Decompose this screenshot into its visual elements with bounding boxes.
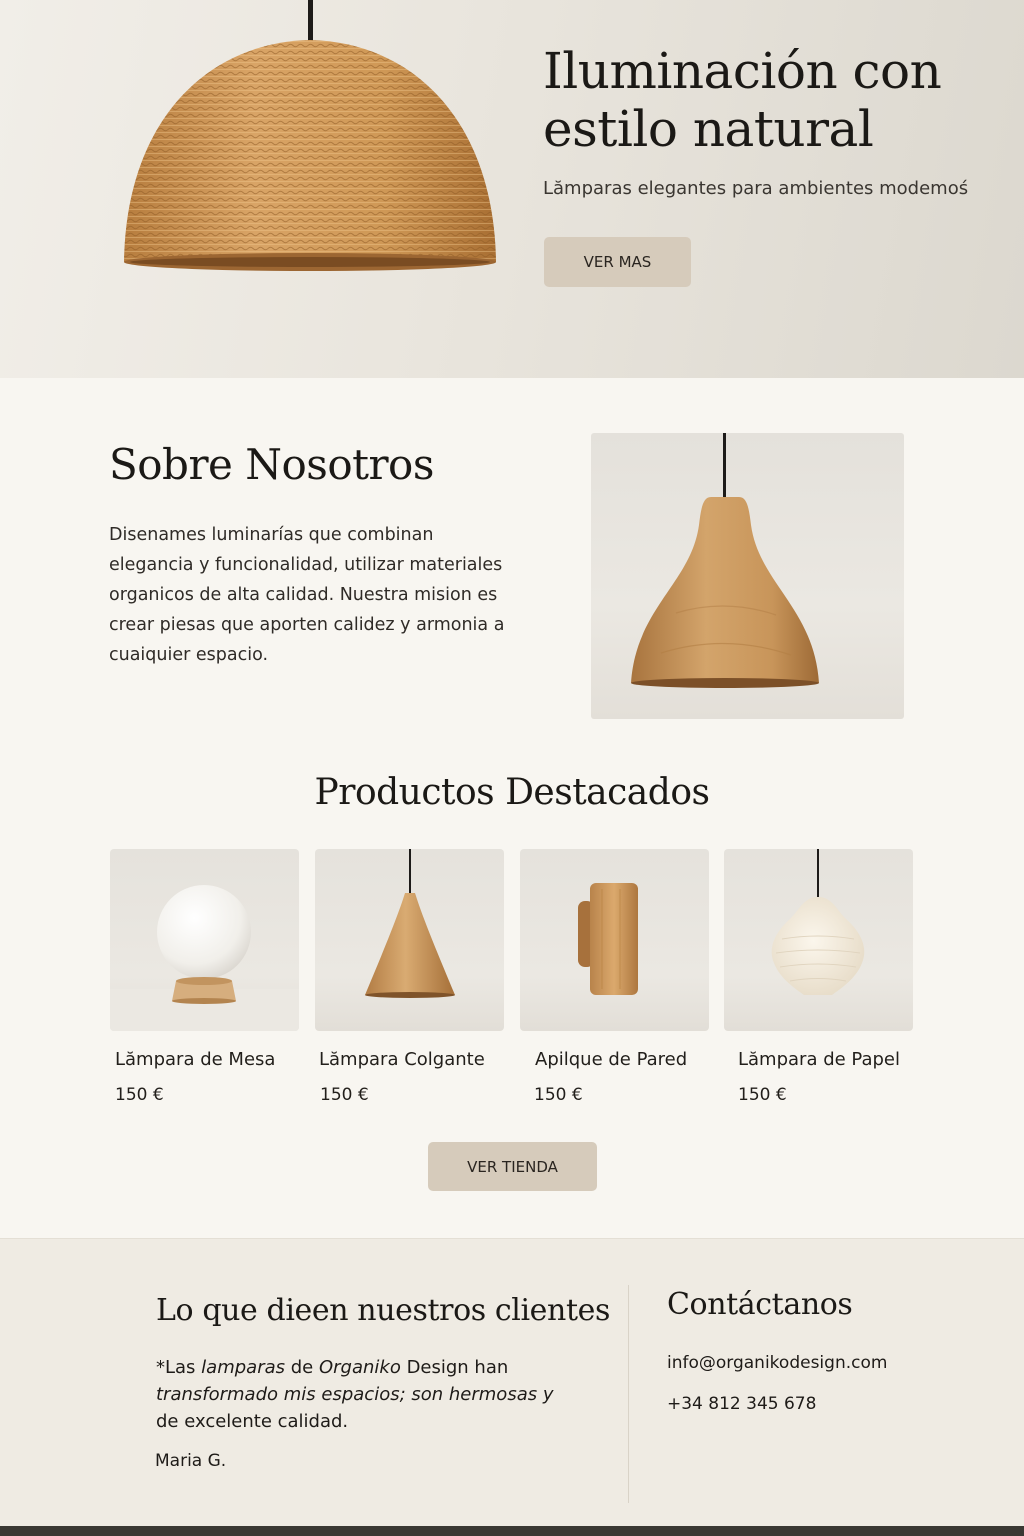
hero-subtitle: Lămparas elegantes para ambientes modemo… — [543, 178, 969, 199]
products-title: Productos Destacados — [314, 772, 710, 813]
product-card[interactable]: Lămpara Colgante 150 € — [315, 849, 504, 1105]
product-price: 150 € — [115, 1085, 164, 1105]
footer-bar — [0, 1526, 1024, 1536]
contact-phone-link[interactable]: +34 812 345 678 — [667, 1394, 816, 1414]
paper-pendant-lamp-image — [724, 849, 913, 1031]
section-divider — [628, 1285, 629, 1503]
product-name[interactable]: Apilque de Pared — [535, 1049, 687, 1070]
contact-title: Contáctanos — [667, 1287, 853, 1322]
about-title: Sobre Nosotros — [109, 440, 434, 489]
wooden-pendant-lamp-image — [631, 433, 819, 688]
product-card[interactable]: Lămpara de Papel 150 € — [724, 849, 913, 1105]
testimonial-contact-section: Lo que dieen nuestros clientes *Las lamp… — [0, 1238, 1024, 1526]
product-card[interactable]: Lămpara de Mesa 150 € — [110, 849, 299, 1105]
product-name[interactable]: Lămpara de Papel — [738, 1049, 900, 1070]
wicker-pendant-lamp-image — [124, 0, 496, 271]
product-price: 150 € — [534, 1085, 583, 1105]
wooden-wall-sconce-image — [520, 849, 709, 1031]
testimonials-title: Lo que dieen nuestros clientes — [156, 1293, 610, 1328]
product-name[interactable]: Lămpara de Mesa — [115, 1049, 275, 1070]
product-price: 150 € — [320, 1085, 369, 1105]
about-image — [591, 433, 904, 719]
ver-tienda-button[interactable]: VER TIENDA — [428, 1142, 597, 1191]
product-name[interactable]: Lămpara Colgante — [319, 1049, 485, 1070]
ver-mas-button[interactable]: VER MAS — [544, 237, 691, 287]
testimonial-author: Maria G. — [155, 1451, 227, 1471]
about-text: Disenames luminarías que combinan elegan… — [109, 525, 505, 665]
contact-email-link[interactable]: info@organikodesign.com — [667, 1353, 887, 1373]
testimonial-quote: *Las lamparas de Organiko Design han tra… — [156, 1357, 554, 1432]
hero-section: Iluminación con estilo natural Lămparas … — [0, 0, 1024, 378]
wooden-cone-pendant-image — [315, 849, 504, 1031]
hero-title: Iluminación con estilo natural — [543, 42, 942, 158]
product-card[interactable]: Apilque de Pared 150 € — [520, 849, 709, 1105]
product-price: 150 € — [738, 1085, 787, 1105]
globe-table-lamp-image — [110, 849, 299, 1031]
